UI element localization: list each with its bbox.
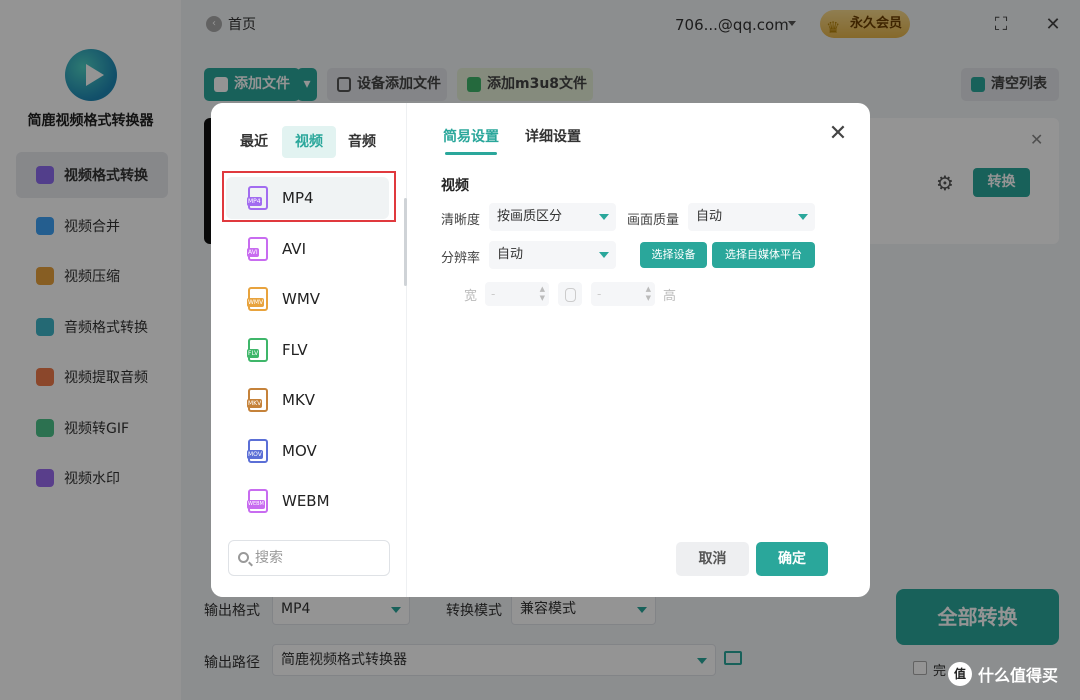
format-label: WMV: [282, 290, 321, 308]
height-value: -: [597, 287, 602, 301]
format-list: MP4 MP4 AVI AVI WMV WMV FLV FLV MKV MKV …: [226, 177, 389, 531]
quality-select[interactable]: 自动: [688, 203, 815, 231]
close-icon[interactable]: ✕: [828, 122, 848, 146]
select-device-button[interactable]: 选择设备: [640, 242, 707, 268]
avi-file-icon: AVI: [247, 236, 268, 261]
mkv-file-icon: MKV: [247, 388, 268, 412]
mov-file-icon: MOV: [247, 438, 268, 463]
clarity-value: 按画质区分: [497, 209, 563, 224]
format-label: AVI: [282, 239, 306, 258]
section-title: 视频: [441, 178, 469, 194]
format-panel: 最近 视频 音频 MP4 MP4 AVI AVI WMV WMV FLV FLV…: [211, 103, 407, 597]
clarity-label: 清晰度: [441, 213, 481, 228]
format-item-wmv[interactable]: WMV WMV: [226, 278, 389, 320]
resolution-label: 分辨率: [441, 251, 481, 266]
selection-highlight: [222, 171, 396, 222]
lock-ratio-icon[interactable]: [558, 282, 582, 306]
chevron-down-icon: [599, 252, 609, 258]
search-placeholder: 搜索: [255, 550, 283, 566]
width-input[interactable]: - ▲ ▼: [485, 282, 549, 306]
chevron-down-icon: [599, 214, 609, 220]
resolution-value: 自动: [497, 247, 524, 262]
format-label: FLV: [282, 340, 308, 359]
stepper-icon: ▲ ▼: [539, 285, 545, 302]
format-dialog: 最近 视频 音频 MP4 MP4 AVI AVI WMV WMV FLV FLV…: [211, 103, 870, 597]
select-platform-button[interactable]: 选择自媒体平台: [712, 242, 815, 268]
tab-detailed-settings[interactable]: 详细设置: [525, 126, 581, 146]
width-label: 宽: [464, 289, 478, 304]
file-icon-tag: AVI: [247, 247, 259, 257]
watermark-badge: 值: [948, 662, 972, 686]
format-label: WEBM: [282, 492, 330, 510]
confirm-button[interactable]: 确定: [756, 542, 828, 576]
height-input[interactable]: - ▲ ▼: [591, 282, 655, 306]
width-value: -: [491, 287, 496, 301]
search-input[interactable]: 搜索: [228, 540, 390, 576]
format-label: MOV: [282, 441, 317, 460]
format-item-webm[interactable]: WEBM WEBM: [226, 480, 389, 522]
cancel-button[interactable]: 取消: [676, 542, 749, 576]
wmv-file-icon: WMV: [247, 287, 268, 311]
file-icon-tag: FLV: [247, 348, 260, 358]
file-icon-tag: MKV: [247, 399, 263, 408]
watermark: 值 什么值得买: [948, 662, 1058, 686]
format-item-mov[interactable]: MOV MOV: [226, 430, 389, 472]
height-label: 高: [663, 289, 677, 304]
tab-audio[interactable]: 音频: [340, 126, 384, 158]
webm-file-icon: WEBM: [247, 489, 268, 513]
stepper-icon: ▲ ▼: [645, 285, 651, 302]
format-item-flv[interactable]: FLV FLV: [226, 329, 389, 371]
clarity-select[interactable]: 按画质区分: [489, 203, 616, 231]
tab-recent[interactable]: 最近: [232, 126, 276, 158]
resolution-select[interactable]: 自动: [489, 241, 616, 269]
format-label: MKV: [282, 391, 316, 409]
quality-label: 画面质量: [627, 213, 680, 228]
file-icon-tag: MOV: [247, 449, 263, 459]
watermark-text: 什么值得买: [978, 666, 1059, 685]
scrollbar[interactable]: [404, 198, 407, 286]
tab-video[interactable]: 视频: [282, 126, 336, 158]
file-icon-tag: WEBM: [247, 500, 265, 509]
format-item-avi[interactable]: AVI AVI: [226, 228, 389, 270]
file-icon-tag: WMV: [247, 298, 265, 307]
quality-value: 自动: [696, 209, 723, 224]
search-icon: [238, 552, 249, 563]
tab-simple-settings[interactable]: 简易设置: [443, 126, 499, 155]
flv-file-icon: FLV: [247, 337, 268, 362]
format-item-mkv[interactable]: MKV MKV: [226, 379, 389, 421]
chevron-down-icon: [798, 214, 808, 220]
